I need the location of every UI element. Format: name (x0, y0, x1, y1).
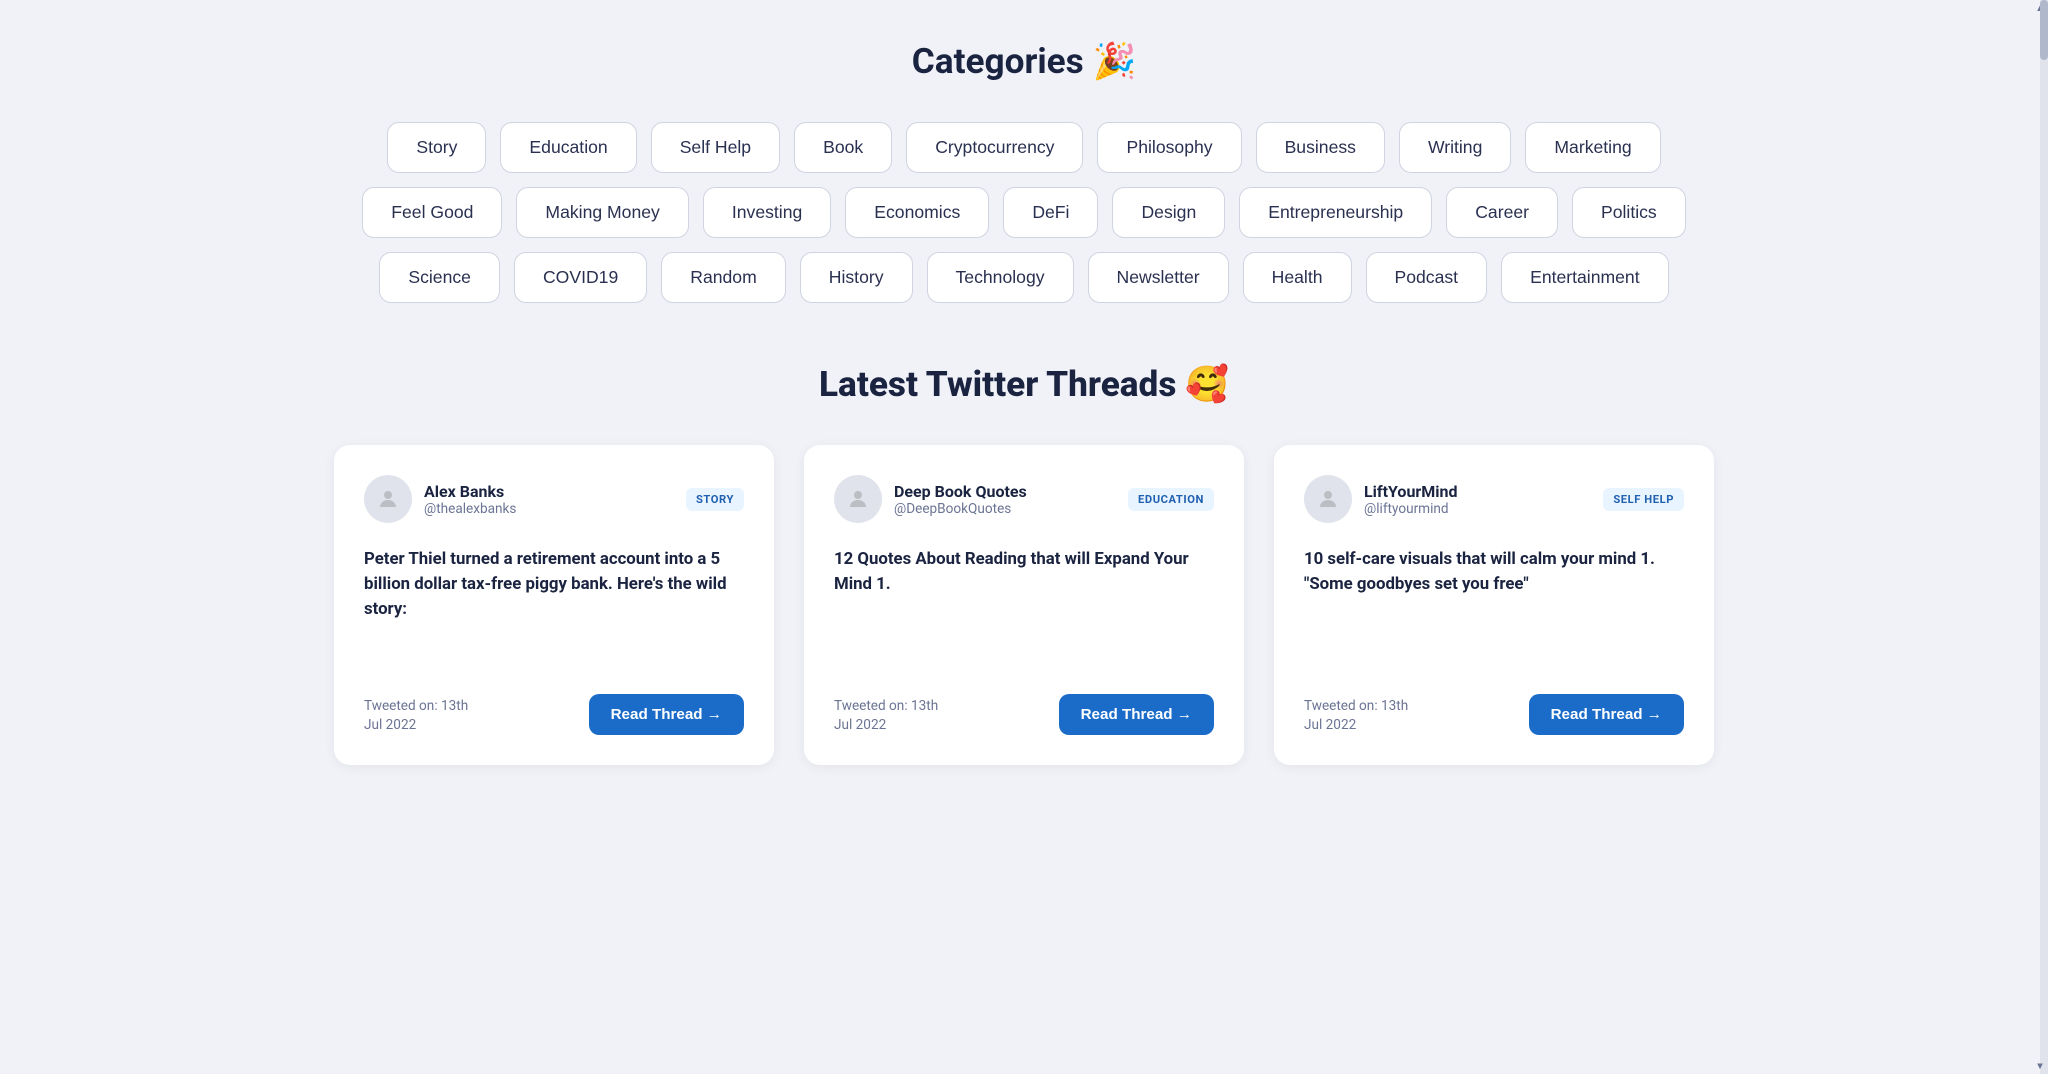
category-entertainment[interactable]: Entertainment (1501, 252, 1669, 303)
category-health[interactable]: Health (1243, 252, 1352, 303)
card-footer-1: Tweeted on: 13th Jul 2022 Read Thread → (364, 694, 744, 735)
category-science[interactable]: Science (379, 252, 500, 303)
category-design[interactable]: Design (1112, 187, 1225, 238)
author-handle-3: @liftyourmind (1364, 501, 1458, 517)
card-author-1: Alex Banks @thealexbanks (364, 475, 516, 523)
author-info-3: LiftYourMind @liftyourmind (1364, 482, 1458, 517)
card-author-2: Deep Book Quotes @DeepBookQuotes (834, 475, 1027, 523)
author-handle-2: @DeepBookQuotes (894, 501, 1027, 517)
author-handle-1: @thealexbanks (424, 501, 516, 517)
thread-card-2: Deep Book Quotes @DeepBookQuotes EDUCATI… (804, 445, 1244, 765)
author-info-2: Deep Book Quotes @DeepBookQuotes (894, 482, 1027, 517)
category-cryptocurrency[interactable]: Cryptocurrency (906, 122, 1083, 173)
threads-grid: Alex Banks @thealexbanks STORY Peter Thi… (334, 445, 1714, 765)
thread-card-3: LiftYourMind @liftyourmind SELF HELP 10 … (1274, 445, 1714, 765)
author-name-1: Alex Banks (424, 482, 516, 501)
category-making-money[interactable]: Making Money (516, 187, 688, 238)
category-self-help[interactable]: Self Help (651, 122, 780, 173)
category-writing[interactable]: Writing (1399, 122, 1511, 173)
avatar-icon-1 (376, 487, 400, 511)
tweet-date-3: Tweeted on: 13th Jul 2022 (1304, 697, 1408, 735)
category-history[interactable]: History (800, 252, 913, 303)
thread-excerpt-1: Peter Thiel turned a retirement account … (364, 547, 744, 670)
thread-excerpt-2: 12 Quotes About Reading that will Expand… (834, 547, 1214, 670)
category-career[interactable]: Career (1446, 187, 1558, 238)
scroll-down-arrow[interactable]: ▼ (2032, 1058, 2048, 1074)
avatar-icon-3 (1316, 487, 1340, 511)
category-economics[interactable]: Economics (845, 187, 989, 238)
scrollbar[interactable]: ▲ ▼ (2040, 0, 2048, 1074)
category-badge-1: STORY (686, 488, 744, 511)
scrollbar-thumb[interactable] (2040, 0, 2048, 60)
tweet-date-2: Tweeted on: 13th Jul 2022 (834, 697, 938, 735)
read-thread-btn-3[interactable]: Read Thread → (1529, 694, 1684, 735)
read-thread-btn-2[interactable]: Read Thread → (1059, 694, 1214, 735)
thread-excerpt-3: 10 self-care visuals that will calm your… (1304, 547, 1684, 670)
threads-title: Latest Twitter Threads 🥰 (334, 363, 1714, 405)
read-thread-btn-1[interactable]: Read Thread → (589, 694, 744, 735)
categories-title: Categories 🎉 (334, 40, 1714, 82)
category-badge-2: EDUCATION (1128, 488, 1214, 511)
category-philosophy[interactable]: Philosophy (1097, 122, 1241, 173)
tweet-date-1: Tweeted on: 13th Jul 2022 (364, 697, 468, 735)
avatar-icon-2 (846, 487, 870, 511)
card-author-3: LiftYourMind @liftyourmind (1304, 475, 1458, 523)
category-politics[interactable]: Politics (1572, 187, 1686, 238)
card-footer-2: Tweeted on: 13th Jul 2022 Read Thread → (834, 694, 1214, 735)
category-newsletter[interactable]: Newsletter (1088, 252, 1229, 303)
author-name-3: LiftYourMind (1364, 482, 1458, 501)
category-business[interactable]: Business (1256, 122, 1385, 173)
avatar-2 (834, 475, 882, 523)
category-story[interactable]: Story (387, 122, 486, 173)
card-header-1: Alex Banks @thealexbanks STORY (364, 475, 744, 523)
card-header-2: Deep Book Quotes @DeepBookQuotes EDUCATI… (834, 475, 1214, 523)
category-covid19[interactable]: COVID19 (514, 252, 647, 303)
thread-card-1: Alex Banks @thealexbanks STORY Peter Thi… (334, 445, 774, 765)
card-header-3: LiftYourMind @liftyourmind SELF HELP (1304, 475, 1684, 523)
category-random[interactable]: Random (661, 252, 786, 303)
avatar-3 (1304, 475, 1352, 523)
category-podcast[interactable]: Podcast (1366, 252, 1488, 303)
category-book[interactable]: Book (794, 122, 892, 173)
author-info-1: Alex Banks @thealexbanks (424, 482, 516, 517)
card-footer-3: Tweeted on: 13th Jul 2022 Read Thread → (1304, 694, 1684, 735)
category-education[interactable]: Education (500, 122, 636, 173)
category-entrepreneurship[interactable]: Entrepreneurship (1239, 187, 1432, 238)
avatar-1 (364, 475, 412, 523)
category-badge-3: SELF HELP (1603, 488, 1684, 511)
categories-grid: Story Education Self Help Book Cryptocur… (334, 122, 1714, 303)
category-feel-good[interactable]: Feel Good (362, 187, 502, 238)
category-investing[interactable]: Investing (703, 187, 831, 238)
category-marketing[interactable]: Marketing (1525, 122, 1660, 173)
author-name-2: Deep Book Quotes (894, 482, 1027, 501)
category-technology[interactable]: Technology (927, 252, 1074, 303)
category-defi[interactable]: DeFi (1003, 187, 1098, 238)
